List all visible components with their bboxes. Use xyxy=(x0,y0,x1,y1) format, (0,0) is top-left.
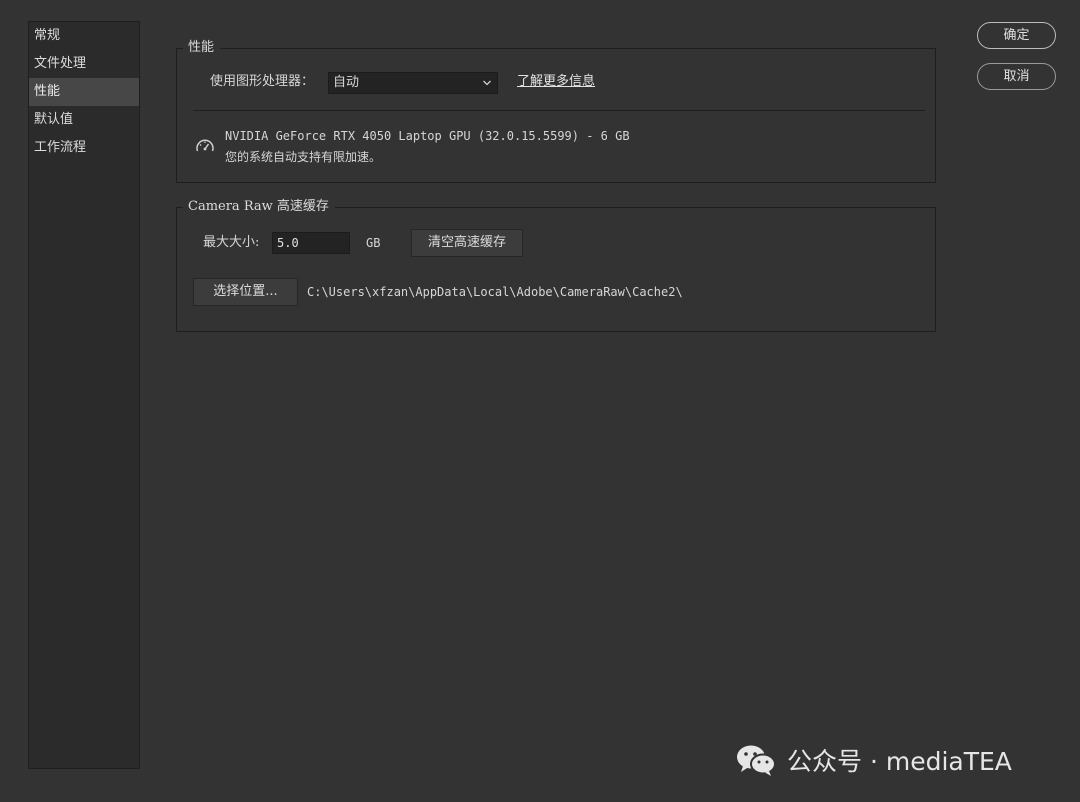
sidebar-item-file-handling[interactable]: 文件处理 xyxy=(29,50,139,78)
cache-path: C:\Users\xfzan\AppData\Local\Adobe\Camer… xyxy=(307,285,683,299)
gpu-info: NVIDIA GeForce RTX 4050 Laptop GPU (32.0… xyxy=(225,126,630,168)
gpu-name: NVIDIA GeForce RTX 4050 Laptop GPU (32.0… xyxy=(225,129,630,143)
performance-legend: 性能 xyxy=(183,40,221,56)
gpu-status: 您的系统自动支持有限加速。 xyxy=(225,150,382,164)
cache-legend: Camera Raw 高速缓存 xyxy=(183,199,335,215)
sidebar-item-general[interactable]: 常规 xyxy=(29,22,139,50)
sidebar-item-workflow[interactable]: 工作流程 xyxy=(29,134,139,162)
camera-raw-cache-group: Camera Raw 高速缓存 最大大小: 5.0 GB 清空高速缓存 选择位置… xyxy=(176,199,936,332)
chevron-down-icon xyxy=(483,80,491,86)
performance-group: 性能 使用图形处理器： 自动 了解更多信息 NVIDIA GeForce RTX… xyxy=(176,40,936,183)
divider xyxy=(193,110,925,111)
watermark-text: 公众号 · mediaTEA xyxy=(787,747,1012,776)
gpu-label: 使用图形处理器： xyxy=(210,74,315,89)
unit-label: GB xyxy=(366,236,381,250)
watermark: 公众号 · mediaTEA xyxy=(735,740,1012,780)
speedometer-icon xyxy=(196,139,214,152)
sidebar-item-performance[interactable]: 性能 xyxy=(29,78,139,106)
gpu-select[interactable]: 自动 xyxy=(328,72,498,94)
ok-button[interactable]: 确定 xyxy=(977,22,1056,49)
max-size-label: 最大大小: xyxy=(203,235,260,250)
purge-cache-button[interactable]: 清空高速缓存 xyxy=(411,229,523,257)
learn-more-link[interactable]: 了解更多信息 xyxy=(517,73,595,91)
choose-location-button[interactable]: 选择位置... xyxy=(193,278,298,306)
gpu-select-value: 自动 xyxy=(333,75,360,90)
preferences-dialog: 常规 文件处理 性能 默认值 工作流程 性能 使用图形处理器： 自动 了解更多信… xyxy=(0,0,1080,802)
cancel-button[interactable]: 取消 xyxy=(977,63,1056,90)
sidebar-item-defaults[interactable]: 默认值 xyxy=(29,106,139,134)
wechat-icon xyxy=(737,745,776,776)
sidebar: 常规 文件处理 性能 默认值 工作流程 xyxy=(28,21,140,769)
max-size-input[interactable]: 5.0 xyxy=(272,232,350,254)
